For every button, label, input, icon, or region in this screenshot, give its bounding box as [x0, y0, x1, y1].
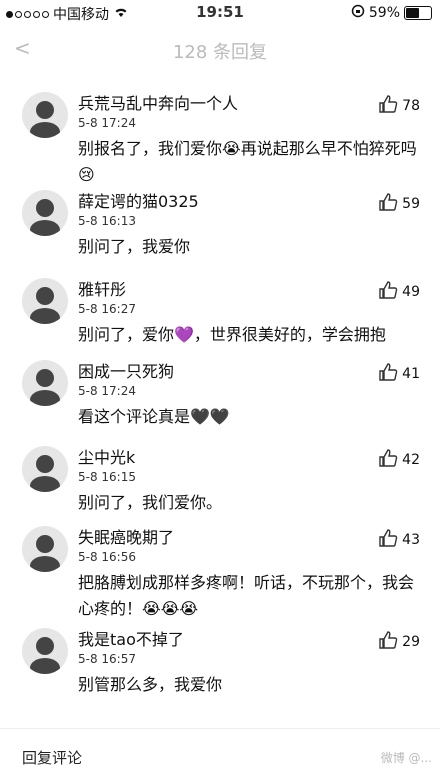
like-count: 49 — [402, 284, 420, 300]
like-count: 41 — [402, 366, 420, 382]
like-button[interactable]: 41 — [378, 362, 420, 386]
comment-time: 5-8 16:13 — [78, 214, 136, 228]
rotation-lock-icon — [351, 4, 365, 22]
reply-bar: 回复评论 微博 @... — [0, 728, 440, 783]
avatar[interactable] — [22, 628, 68, 674]
like-count: 43 — [402, 532, 420, 548]
thumbs-up-icon — [378, 528, 398, 552]
like-count: 29 — [402, 634, 420, 650]
page-title: 128 条回复 — [172, 42, 268, 63]
battery-percent: 59% — [368, 5, 400, 21]
comment-author[interactable]: 我是tao不掉了 — [78, 626, 184, 650]
like-count: 42 — [402, 452, 420, 468]
comment-text: 别报名了，我们爱你😭再说起那么早不怕猝死吗😢 — [78, 139, 417, 184]
battery-icon — [404, 6, 432, 20]
comment-time: 5-8 16:15 — [78, 470, 136, 484]
reply-comment-button[interactable]: 回复评论 — [22, 747, 82, 768]
comment-time: 5-8 16:27 — [78, 302, 136, 316]
avatar[interactable] — [22, 278, 68, 324]
comment-author[interactable]: 困成一只死狗 — [78, 358, 174, 382]
avatar[interactable] — [22, 526, 68, 572]
comment-item[interactable]: 雅轩彤 5-8 16:27 别问了，爱你💜，世界很美好的，学会拥抱 49 — [0, 272, 440, 354]
watermark: 微博 @... — [380, 751, 432, 765]
comment-list: 兵荒马乱中奔向一个人 5-8 17:24 别报名了，我们爱你😭再说起那么早不怕猝死吗… — [0, 86, 440, 708]
like-button[interactable]: 78 — [378, 94, 420, 118]
comment-author[interactable]: 失眠癌晚期了 — [78, 524, 174, 548]
comment-author[interactable]: 兵荒马乱中奔向一个人 — [78, 90, 238, 114]
like-button[interactable]: 49 — [378, 280, 420, 304]
avatar[interactable] — [22, 190, 68, 236]
comment-text: 别问了，我们爱你。 — [78, 493, 223, 512]
comment-time: 5-8 17:24 — [78, 384, 136, 398]
like-button[interactable]: 29 — [378, 630, 420, 654]
status-bar: 中国移动 19:51 59% — [0, 0, 440, 26]
navigation-bar: < 128 条回复 — [0, 26, 440, 76]
comment-time: 5-8 16:56 — [78, 550, 136, 564]
comment-item[interactable]: 失眠癌晚期了 5-8 16:56 把胳膊划成那样多疼啊！听话，不玩那个，我会心疼的！… — [0, 520, 440, 622]
thumbs-up-icon — [378, 362, 398, 386]
like-count: 78 — [402, 98, 420, 114]
comment-text: 别问了，爱你💜，世界很美好的，学会拥抱 — [78, 325, 386, 344]
comment-text: 别问了，我爱你 — [78, 237, 191, 256]
comment-author[interactable]: 尘中光k — [78, 444, 135, 468]
comment-author[interactable]: 雅轩彤 — [78, 276, 126, 300]
like-button[interactable]: 59 — [378, 192, 420, 216]
avatar[interactable] — [22, 92, 68, 138]
thumbs-up-icon — [378, 280, 398, 304]
comment-item[interactable]: 薛定谔的猫0325 5-8 16:13 别问了，我爱你 59 — [0, 184, 440, 272]
comment-item[interactable]: 我是tao不掉了 5-8 16:57 别管那么多，我爱你 29 — [0, 622, 440, 708]
avatar[interactable] — [22, 360, 68, 406]
comment-item[interactable]: 困成一只死狗 5-8 17:24 看这个评论真是🖤🖤 41 — [0, 354, 440, 440]
comment-time: 5-8 16:57 — [78, 652, 136, 666]
comment-time: 5-8 17:24 — [78, 116, 136, 130]
comment-text: 把胳膊划成那样多疼啊！听话，不玩那个，我会心疼的！😭😭😭 — [78, 573, 415, 618]
avatar[interactable] — [22, 446, 68, 492]
comment-item[interactable]: 尘中光k 5-8 16:15 别问了，我们爱你。 42 — [0, 440, 440, 520]
thumbs-up-icon — [378, 94, 398, 118]
like-button[interactable]: 42 — [378, 448, 420, 472]
comment-author[interactable]: 薛定谔的猫0325 — [78, 188, 199, 212]
like-count: 59 — [402, 196, 420, 212]
status-right: 59% — [351, 4, 432, 22]
comment-item[interactable]: 兵荒马乱中奔向一个人 5-8 17:24 别报名了，我们爱你😭再说起那么早不怕猝死吗… — [0, 86, 440, 184]
comment-text: 看这个评论真是🖤🖤 — [78, 407, 230, 426]
thumbs-up-icon — [378, 448, 398, 472]
comment-text: 别管那么多，我爱你 — [78, 675, 223, 694]
like-button[interactable]: 43 — [378, 528, 420, 552]
thumbs-up-icon — [378, 192, 398, 216]
thumbs-up-icon — [378, 630, 398, 654]
